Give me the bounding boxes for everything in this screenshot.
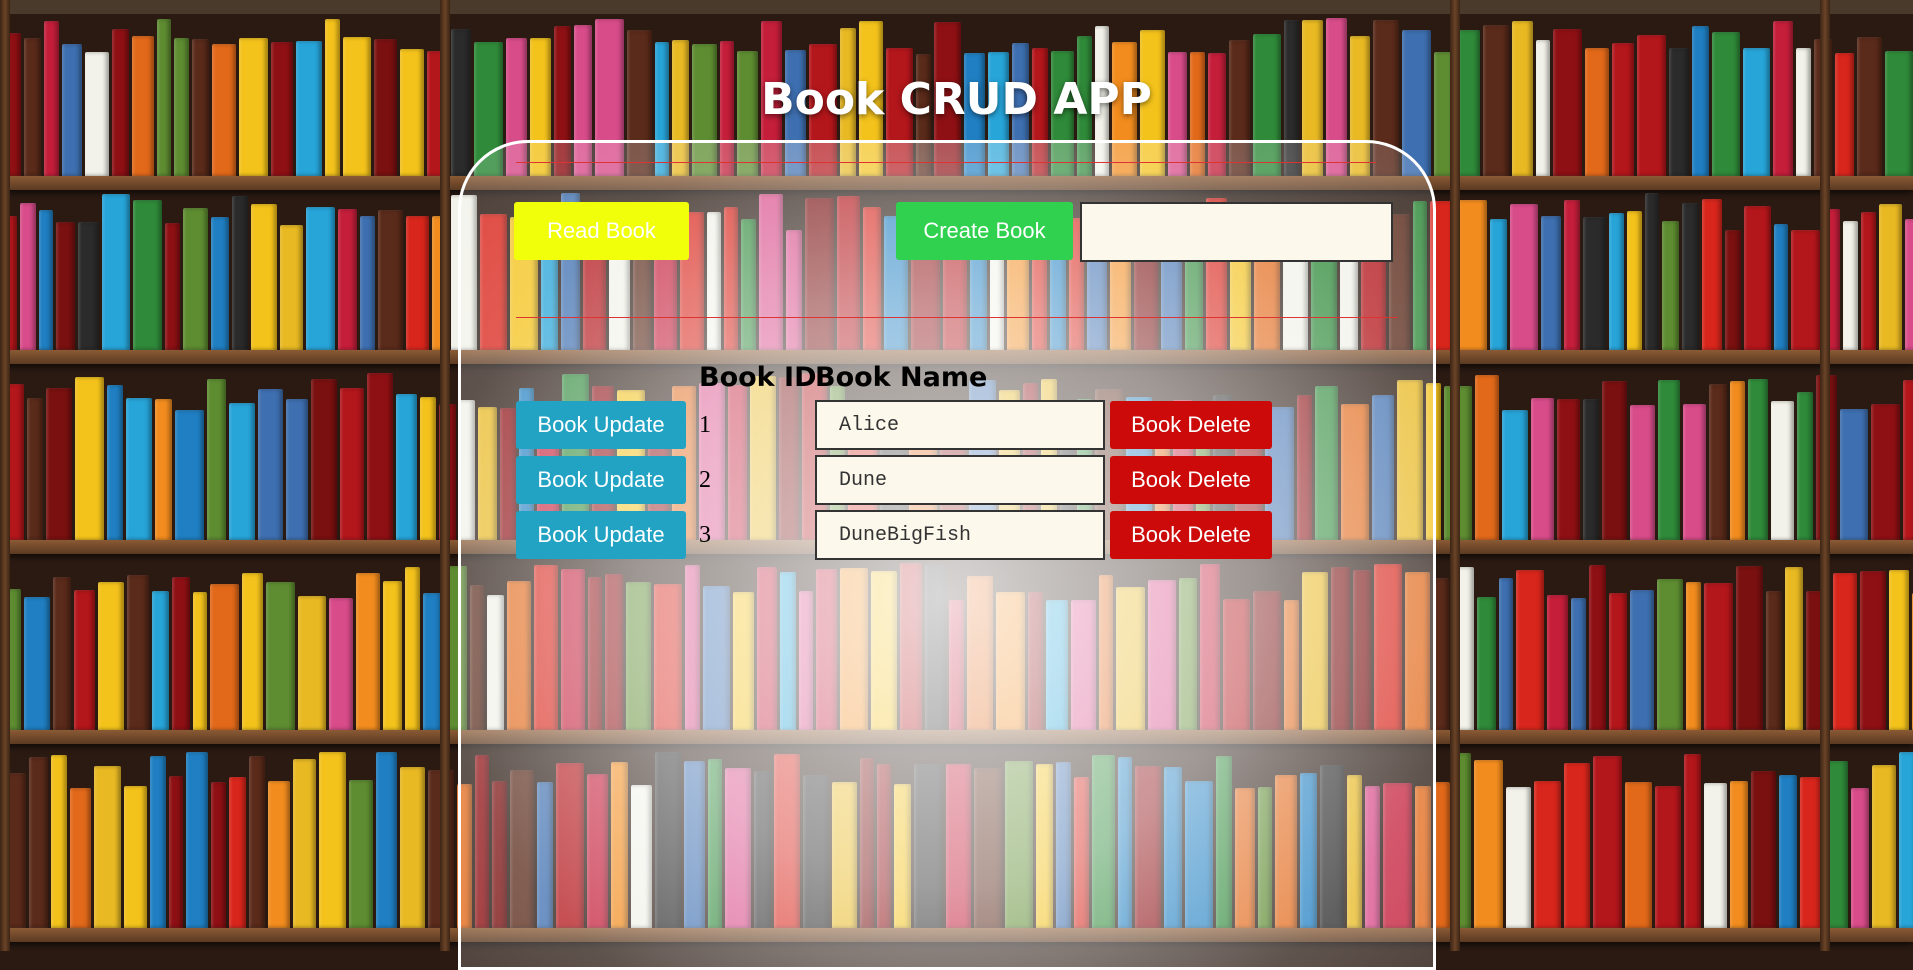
middle-divider	[516, 317, 1398, 318]
book-name-input[interactable]	[815, 455, 1105, 505]
table-row: Book Update 1 Book Delete	[0, 400, 1913, 450]
read-book-button[interactable]: Read Book	[514, 202, 689, 260]
table-row: Book Update 3 Book Delete	[0, 510, 1913, 560]
book-delete-button[interactable]: Book Delete	[1110, 511, 1272, 559]
book-id: 1	[699, 412, 711, 438]
book-update-button[interactable]: Book Update	[516, 456, 686, 504]
book-name-input[interactable]	[815, 510, 1105, 560]
table-row: Book Update 2 Book Delete	[0, 455, 1913, 505]
book-id: 2	[699, 467, 711, 493]
top-divider	[516, 162, 1376, 163]
book-delete-button[interactable]: Book Delete	[1110, 456, 1272, 504]
book-update-button[interactable]: Book Update	[516, 511, 686, 559]
create-book-button[interactable]: Create Book	[896, 202, 1073, 260]
book-delete-button[interactable]: Book Delete	[1110, 401, 1272, 449]
header-book-name: Book Name	[815, 362, 988, 393]
page-title: Book CRUD APP	[761, 74, 1152, 125]
header-book-id: Book ID	[699, 362, 817, 393]
book-name-input[interactable]	[815, 400, 1105, 450]
book-id: 3	[699, 522, 711, 548]
book-update-button[interactable]: Book Update	[516, 401, 686, 449]
create-book-input[interactable]	[1080, 202, 1393, 262]
